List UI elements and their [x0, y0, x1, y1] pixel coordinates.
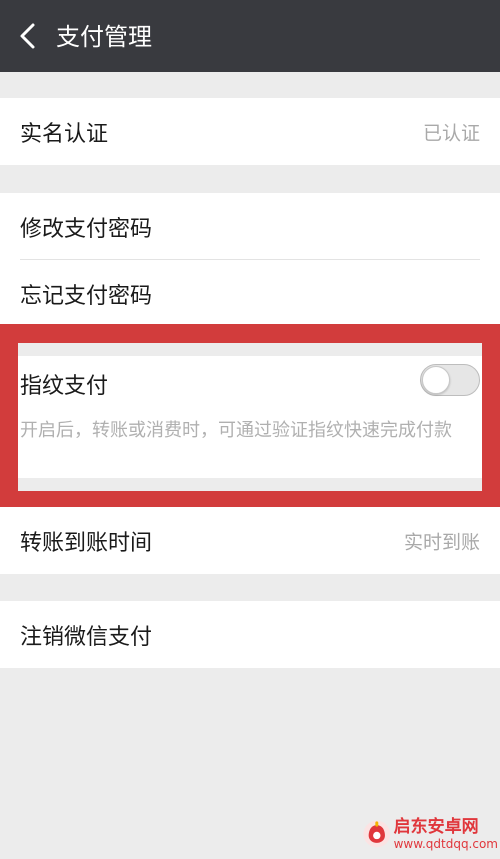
cancel-group: 注销微信支付 [0, 601, 500, 668]
back-button[interactable] [14, 22, 42, 50]
fingerprint-section: 指纹支付 开启后，转账或消费时，可通过验证指纹快速完成付款 [18, 356, 482, 478]
realname-status: 已认证 [422, 122, 480, 144]
change-password-label: 修改支付密码 [20, 216, 153, 242]
nav-bar: 支付管理 [0, 0, 500, 72]
chevron-left-icon [20, 23, 35, 49]
transfer-time-label: 转账到账时间 [20, 530, 153, 556]
fingerprint-toggle[interactable] [420, 364, 480, 396]
watermark-name: 启东安卓网 [393, 817, 479, 837]
watermark: 启东安卓网 www.qdtdqq.com [362, 812, 498, 856]
transfer-group: 转账到账时间 实时到账 [0, 507, 500, 574]
forgot-password-row[interactable]: 忘记支付密码 [0, 260, 500, 327]
realname-group: 实名认证 已认证 [0, 98, 500, 165]
fingerprint-label: 指纹支付 [20, 374, 109, 399]
password-group: 修改支付密码 忘记支付密码 [0, 193, 500, 327]
transfer-time-value: 实时到账 [403, 531, 480, 553]
fingerprint-description: 开启后，转账或消费时，可通过验证指纹快速完成付款 [20, 420, 452, 441]
transfer-time-row[interactable]: 转账到账时间 实时到账 [0, 507, 500, 574]
cancel-wechat-pay-row[interactable]: 注销微信支付 [0, 601, 500, 668]
page-title: 支付管理 [56, 23, 152, 51]
realname-row[interactable]: 实名认证 已认证 [0, 98, 500, 165]
forgot-password-label: 忘记支付密码 [20, 283, 153, 309]
watermark-logo-icon [363, 820, 391, 848]
watermark-url: www.qdtdqq.com [393, 837, 498, 851]
realname-label: 实名认证 [20, 121, 109, 147]
watermark-text: 启东安卓网 www.qdtdqq.com [394, 817, 498, 851]
change-password-row[interactable]: 修改支付密码 [0, 193, 500, 260]
toggle-knob [422, 366, 450, 394]
cancel-wechat-pay-label: 注销微信支付 [20, 624, 153, 650]
